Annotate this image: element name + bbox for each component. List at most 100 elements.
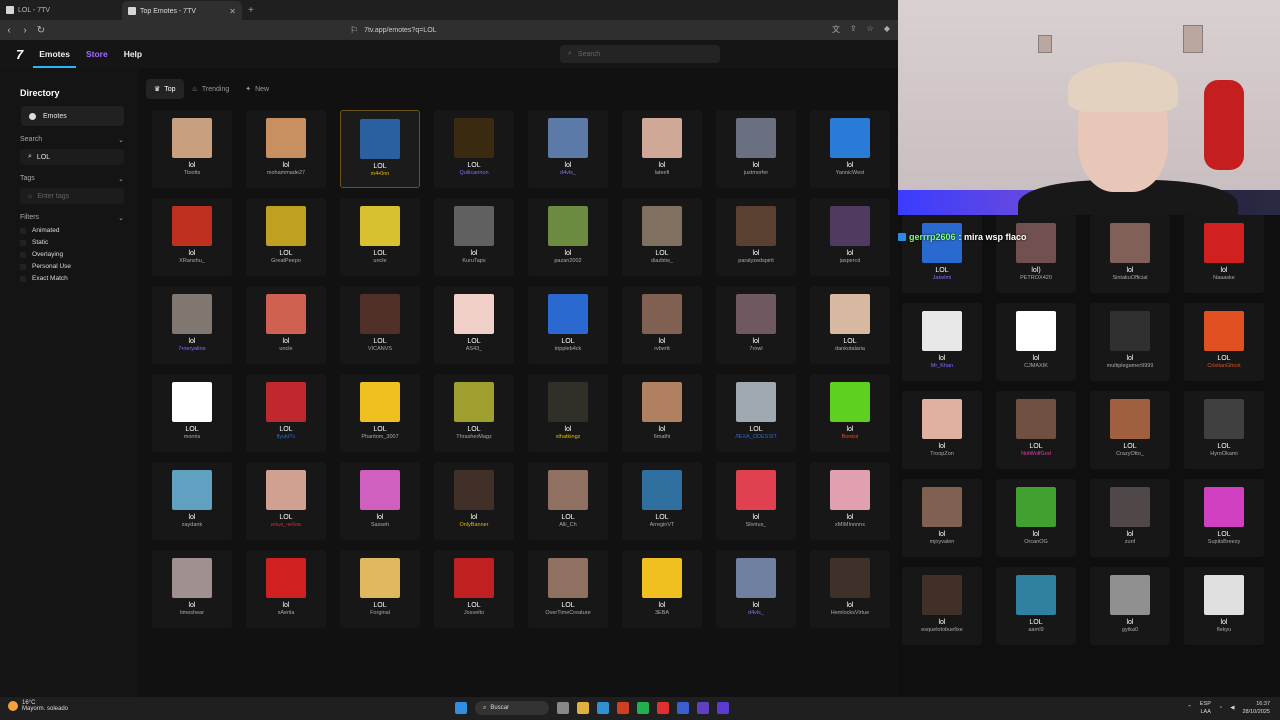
emote-author[interactable]: NotWolfGod [1021, 451, 1051, 457]
emote-card[interactable]: lol mjoyvalen [902, 479, 982, 557]
emote-author[interactable]: multiplegamer9999 [1107, 363, 1154, 369]
bookmark-icon[interactable]: ⚐ [350, 25, 358, 36]
checkbox[interactable] [20, 227, 26, 234]
emote-author[interactable]: jaspercd [840, 258, 861, 264]
emote-card[interactable]: lol XRanshu_ [152, 198, 232, 276]
tags-input[interactable]: ⌂ Enter tags [20, 188, 124, 204]
emote-author[interactable]: zaydank [182, 522, 203, 528]
nav-emotes[interactable]: Emotes [33, 40, 76, 68]
emote-card[interactable]: lol CJMAXIK [996, 303, 1076, 381]
emote-card[interactable]: lol justmorfer [716, 110, 796, 188]
nav-help[interactable]: Help [124, 40, 142, 68]
emote-card[interactable]: LOL flyuktTv [246, 374, 326, 452]
emote-card[interactable]: LOL Phantom_3007 [340, 374, 420, 452]
forward-icon[interactable]: › [18, 25, 32, 36]
emote-author[interactable]: gytka0 [1122, 627, 1138, 633]
emote-author[interactable]: flyuktTv [277, 434, 296, 440]
emote-author[interactable]: XRanshu_ [179, 258, 205, 264]
emote-author[interactable]: justmorfer [744, 170, 768, 176]
emote-card[interactable]: lol) PETROX420 [996, 215, 1076, 293]
emote-author[interactable]: timeshear [180, 610, 204, 616]
emote-author[interactable]: xAeriia [278, 610, 295, 616]
emote-card[interactable]: LOL mornis [152, 374, 232, 452]
emote-card[interactable]: lol zunf [1090, 479, 1170, 557]
emote-card[interactable]: LOL AS43_ [434, 286, 514, 364]
emote-card[interactable]: lol esquelotobuefixe [902, 567, 982, 645]
emote-card[interactable]: lol HemlocksVirtue [810, 550, 890, 628]
emote-author[interactable]: d4vls_ [748, 610, 764, 616]
emote-card[interactable]: lol OrcanOG [996, 479, 1076, 557]
emote-card[interactable]: lol rvbertt [622, 286, 702, 364]
emote-author[interactable]: Forginal [370, 610, 390, 616]
star-icon[interactable]: ☆ [867, 24, 874, 35]
emote-author[interactable]: m4•0nn [371, 171, 390, 177]
emote-card[interactable]: lol Bonkol [810, 374, 890, 452]
emote-author[interactable]: Naaaske [1213, 275, 1235, 281]
emote-card[interactable]: lol d4vls_ [528, 110, 608, 188]
emote-author[interactable]: OrcanOG [1024, 539, 1048, 545]
emote-card[interactable]: lol TroopZon [902, 391, 982, 469]
emote-author[interactable]: pazan2002 [554, 258, 581, 264]
browser-tab-2[interactable]: Top Emotes - 7TV ✕ [122, 1, 242, 21]
filters-section-header[interactable]: Filters ⌄ [20, 214, 124, 222]
emote-card[interactable]: lol 7rowl [716, 286, 796, 364]
emote-author[interactable]: Quilicannon [459, 170, 488, 176]
brave-icon[interactable] [617, 702, 629, 714]
emote-card[interactable]: LOL GreatPeepo [246, 198, 326, 276]
emote-author[interactable]: ThrasherMagz [456, 434, 491, 440]
file-explorer-icon[interactable] [577, 702, 589, 714]
chevron-up-icon[interactable]: ⌃ [1187, 705, 1192, 711]
browser-tab-1[interactable]: LOL - 7TV [0, 0, 122, 20]
emote-author[interactable]: 6mathi [654, 434, 671, 440]
nav-store[interactable]: Store [86, 40, 108, 68]
emote-author[interactable]: Ttootts [184, 170, 201, 176]
translate-icon[interactable]: 文 [832, 24, 840, 35]
emote-card[interactable]: LOL HyroOkami [1184, 391, 1264, 469]
emote-author[interactable]: esquelotobuefixe [921, 627, 963, 633]
wifi-icon[interactable]: ◔ [1219, 705, 1222, 711]
emote-author[interactable]: GreatPeepo [271, 258, 301, 264]
emote-card[interactable]: lol mohammade27 [246, 110, 326, 188]
checkbox[interactable] [20, 275, 26, 282]
emote-card[interactable]: LOL VICANVS [340, 286, 420, 364]
filter-animated[interactable]: Animated [20, 227, 124, 234]
sidebar-search-input[interactable]: ⌕ LOL [20, 149, 124, 165]
emote-card[interactable]: LOL CristianGhost [1184, 303, 1264, 381]
emote-author[interactable]: TroopZon [930, 451, 954, 457]
emote-author[interactable]: KuruTaps [462, 258, 485, 264]
emote-card[interactable]: LOL uncle [340, 198, 420, 276]
emote-card[interactable]: LOL ArreginVT [622, 462, 702, 540]
emote-card[interactable]: lol KuruTaps [434, 198, 514, 276]
emote-card[interactable]: lol lateefi [622, 110, 702, 188]
tab-new[interactable]: ✦ New [237, 79, 277, 99]
back-icon[interactable]: ‹ [2, 25, 16, 36]
emote-card[interactable]: LOL dankotalaria [810, 286, 890, 364]
steam-icon[interactable] [677, 702, 689, 714]
emote-author[interactable]: Phantom_3007 [361, 434, 398, 440]
emote-card[interactable]: LOL m4•0nn [340, 110, 420, 188]
emote-card[interactable]: LOL NotWolfGod [996, 391, 1076, 469]
search-section-header[interactable]: Search ⌄ [20, 136, 124, 144]
language-indicator[interactable]: ESP LAA [1200, 700, 1211, 716]
obs-icon[interactable] [657, 702, 669, 714]
emote-author[interactable]: mjoyvalen [930, 539, 955, 545]
emote-card[interactable]: lol multiplegamer9999 [1090, 303, 1170, 381]
emote-card[interactable]: LOL ThrasherMagz [434, 374, 514, 452]
share-icon[interactable]: ⇪ [850, 24, 857, 35]
emote-card[interactable]: LOL Josvelto [434, 550, 514, 628]
filter-personal-use[interactable]: Personal Use [20, 263, 124, 270]
emote-card[interactable]: lol xMIMInnnnx [810, 462, 890, 540]
emote-card[interactable]: lol flekyu [1184, 567, 1264, 645]
emote-card[interactable]: LOL Forginal [340, 550, 420, 628]
emote-author[interactable]: lateefi [655, 170, 670, 176]
emote-author[interactable]: 3EBA [655, 610, 669, 616]
checkbox[interactable] [20, 251, 26, 258]
emote-author[interactable]: d4vls_ [560, 170, 576, 176]
emote-author[interactable]: ЛЕХА_ODESSIT [735, 434, 777, 440]
weather-widget[interactable]: 16°C Mayorm. soleado [8, 700, 68, 712]
emote-card[interactable]: lol jaspercd [810, 198, 890, 276]
emote-author[interactable]: Bonkol [842, 434, 859, 440]
emote-author[interactable]: SintakuOfficial [1112, 275, 1147, 281]
emote-author[interactable]: OnlyBanner [459, 522, 488, 528]
emote-card[interactable]: LOL илья_чебов [246, 462, 326, 540]
